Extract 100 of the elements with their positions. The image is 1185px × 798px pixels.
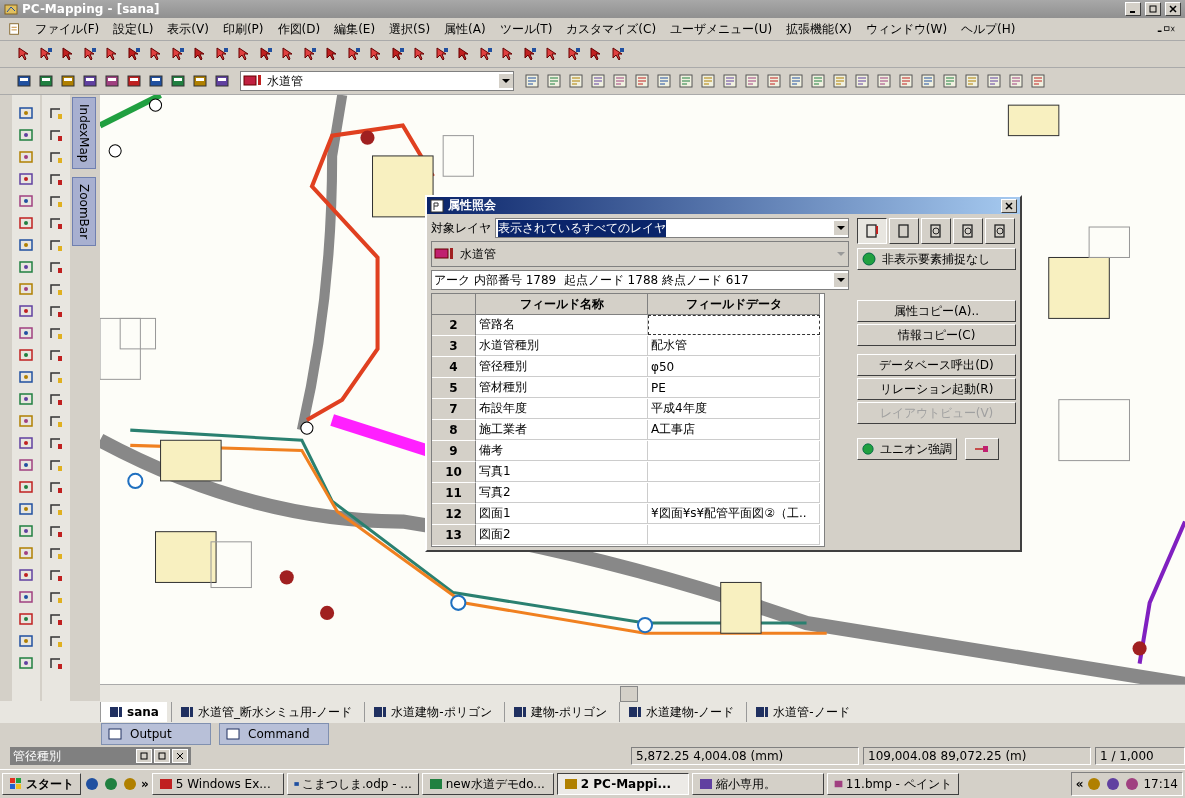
valve-marker[interactable] — [108, 144, 122, 158]
dialog-button[interactable]: データベース呼出(D) — [857, 354, 1016, 376]
taskbar-item[interactable]: 11.bmp - ペイント — [826, 773, 959, 795]
hydrant-marker[interactable] — [450, 594, 467, 611]
row-header: 7 — [432, 399, 476, 420]
dialog-title: 属性照会 — [448, 197, 496, 214]
table-cell[interactable]: φ50 — [648, 357, 820, 377]
maximize-icon — [158, 752, 166, 760]
table-cell[interactable]: PE — [648, 378, 820, 398]
hydrant-marker[interactable] — [127, 472, 144, 489]
pipe-line[interactable] — [1137, 520, 1185, 664]
table-cell[interactable]: A工事店 — [648, 420, 820, 440]
hydrant-marker[interactable] — [636, 617, 654, 634]
layer-dropdown[interactable]: 水道管 — [240, 71, 514, 91]
more-button[interactable]: » — [141, 777, 149, 791]
taskbar-item[interactable]: 縮小専用。 — [691, 773, 824, 795]
menu-item[interactable]: 設定(L) — [106, 20, 161, 38]
close-button[interactable] — [1001, 198, 1017, 213]
side-tab[interactable]: ZoomBar — [72, 177, 96, 247]
close-button[interactable] — [1165, 2, 1181, 16]
menu-item[interactable]: ウィンドウ(W) — [858, 20, 955, 38]
table-cell[interactable]: 配水管 — [648, 336, 820, 356]
layer-tab[interactable]: 建物-ポリゴン — [503, 702, 615, 722]
building[interactable] — [1048, 256, 1110, 319]
table-cell: 写真2 — [476, 483, 648, 503]
menu-item[interactable]: カスタマイズ(C) — [559, 20, 664, 38]
taskbar-item[interactable]: こまつしま.odp - ... — [286, 773, 419, 795]
window-icon — [226, 728, 240, 740]
close-icon — [1169, 5, 1177, 13]
pipe-line[interactable] — [100, 95, 162, 129]
layer-tab[interactable]: 水道建物-ノード — [618, 702, 743, 722]
menu-item[interactable]: 拡張機能(X) — [779, 20, 859, 38]
hidden-capture-button[interactable]: 非表示要素捕捉なし — [857, 248, 1016, 270]
menu-item[interactable]: ツール(T) — [492, 20, 560, 38]
layer-tab[interactable]: 水道建物-ポリゴン — [364, 702, 500, 722]
menu-item[interactable]: ヘルプ(H) — [954, 20, 1023, 38]
quick-launch-icon[interactable] — [103, 776, 119, 792]
horizontal-scrollbar[interactable] — [100, 684, 1185, 701]
start-button[interactable]: スタート — [2, 773, 81, 795]
node-marker[interactable] — [320, 605, 335, 620]
tray-icon[interactable] — [1105, 776, 1122, 792]
building[interactable] — [1007, 104, 1060, 137]
column-header: フィールドデータ — [648, 294, 820, 315]
layer-tab[interactable]: 水道管_断水シミュ用-ノード — [170, 702, 361, 722]
clock: 17:14 — [1143, 777, 1178, 791]
menu-item[interactable]: 選択(S) — [382, 20, 438, 38]
restore-button[interactable] — [136, 749, 152, 763]
minimize-button[interactable] — [1125, 2, 1141, 16]
side-tab[interactable]: IndexMap — [72, 97, 96, 170]
tray-icon[interactable] — [1124, 776, 1141, 792]
node-marker[interactable] — [360, 130, 375, 145]
table-cell[interactable]: ¥図面¥s¥配管平面図②（工.. — [648, 504, 820, 524]
tool-icon[interactable] — [857, 218, 887, 244]
building[interactable] — [155, 531, 217, 583]
dialog-button[interactable]: 情報コピー(C) — [857, 324, 1016, 346]
quick-launch-icon[interactable] — [84, 776, 100, 792]
menu-item[interactable]: 作図(D) — [270, 20, 328, 38]
pin-button[interactable] — [965, 438, 999, 460]
parcel[interactable] — [1088, 226, 1130, 258]
output-tab[interactable]: Command — [219, 723, 329, 745]
caret-icon — [834, 221, 848, 235]
union-highlight-button[interactable]: ユニオン強調 — [857, 438, 957, 460]
parcel[interactable] — [119, 317, 156, 350]
output-tab[interactable]: Output — [101, 723, 211, 745]
maximize-button[interactable] — [154, 749, 170, 763]
dialog-button[interactable]: リレーション起動(R) — [857, 378, 1016, 400]
taskbar-item[interactable]: new水道デモdo... — [421, 773, 554, 795]
caret-icon — [499, 74, 513, 88]
taskbar-item[interactable]: 2 PC-Mappi... — [556, 773, 689, 795]
menu-item[interactable]: ファイル(F) — [28, 20, 107, 38]
building[interactable] — [372, 155, 434, 218]
building[interactable] — [720, 581, 762, 634]
close-button[interactable] — [172, 749, 188, 763]
layer-icon — [243, 74, 263, 88]
target-layer-dropdown[interactable]: 表示されているすべてのレイヤ — [495, 218, 849, 238]
parcel[interactable] — [442, 135, 474, 177]
table-cell[interactable]: 平成4年度 — [648, 399, 820, 419]
node-marker[interactable] — [1132, 641, 1147, 656]
taskbar-item[interactable]: 5 Windows Ex... — [151, 773, 284, 795]
menu-item[interactable]: ユーザメニュー(U) — [663, 20, 780, 38]
menu-item[interactable]: 属性(A) — [437, 20, 493, 38]
arc-dropdown[interactable]: アーク 内部番号 1789 起点ノード 1788 終点ノード 617 — [431, 270, 849, 290]
building[interactable] — [160, 439, 222, 482]
layer-tab[interactable]: sana — [100, 702, 167, 722]
row-header: 2 — [432, 315, 476, 336]
pin-icon — [974, 444, 990, 454]
close-icon — [1005, 201, 1013, 210]
node-marker[interactable] — [279, 570, 294, 585]
menu-item[interactable]: 印刷(P) — [215, 20, 271, 38]
menu-item[interactable]: 表示(V) — [160, 20, 216, 38]
menu-item[interactable]: 編集(E) — [327, 20, 383, 38]
layer-tab[interactable]: 水道管-ノード — [746, 702, 858, 722]
layer-dropdown[interactable]: 水道管 — [431, 241, 849, 267]
table-cell[interactable] — [648, 315, 820, 335]
window-title: PC-Mapping - [sana] — [22, 2, 160, 16]
tray-expand-button[interactable]: « — [1075, 777, 1084, 791]
maximize-button[interactable] — [1145, 2, 1161, 16]
valve-marker[interactable] — [300, 421, 314, 435]
valve-marker[interactable] — [148, 98, 163, 112]
dialog-button[interactable]: 属性コピー(A).. — [857, 300, 1016, 322]
